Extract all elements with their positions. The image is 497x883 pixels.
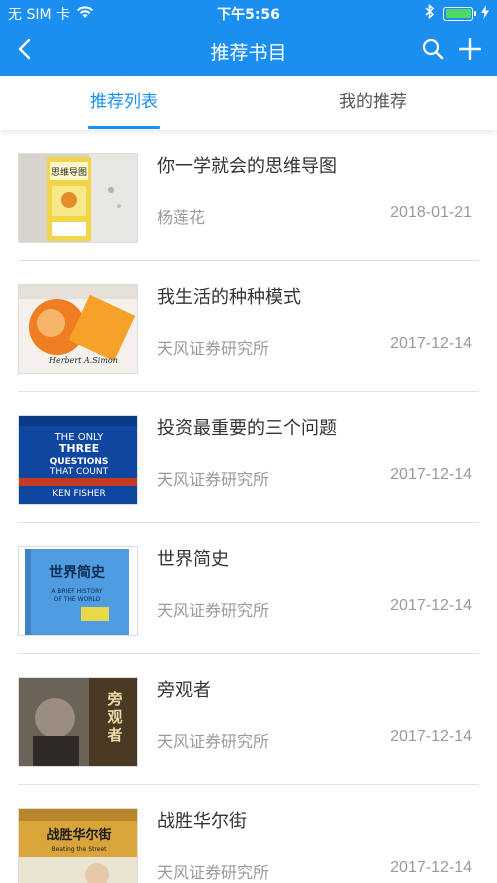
status-bar: 无 SIM 卡 下午5:56: [0, 0, 497, 26]
book-cover-image: 思维导图: [18, 153, 138, 243]
book-date: 2017-12-14: [390, 859, 472, 876]
book-author: 天风证券研究所: [157, 470, 270, 489]
battery-icon: [443, 6, 476, 21]
battery-level: [445, 9, 471, 18]
status-right: [425, 3, 489, 23]
svg-text:旁: 旁: [106, 690, 122, 708]
book-cover-image: 战胜华尔街 Beating the Street: [18, 808, 138, 883]
svg-text:Beating the Street: Beating the Street: [51, 846, 107, 853]
bluetooth-icon: [425, 3, 435, 23]
svg-text:KEN FISHER: KEN FISHER: [52, 489, 105, 499]
book-title: 战胜华尔街: [157, 811, 247, 832]
book-date: 2017-12-14: [390, 597, 472, 614]
tab-recommend-list[interactable]: 推荐列表: [0, 76, 248, 130]
svg-text:THAT COUNT: THAT COUNT: [49, 467, 109, 477]
book-author: 杨莲花: [157, 208, 206, 227]
book-author: 天风证券研究所: [157, 863, 270, 882]
list-item[interactable]: THE ONLY THREE QUESTIONS THAT COUNT KEN …: [0, 392, 497, 523]
tab-my-recommend[interactable]: 我的推荐: [249, 76, 497, 130]
svg-text:Herbert A.Simon: Herbert A.Simon: [48, 356, 118, 365]
svg-text:观: 观: [107, 708, 122, 726]
charging-icon: [481, 4, 489, 23]
nav-bar: 推荐书目: [0, 26, 497, 76]
svg-text:思维导图: 思维导图: [51, 166, 87, 178]
svg-text:OF THE WORLD: OF THE WORLD: [54, 596, 101, 603]
book-title: 你一学就会的思维导图: [157, 156, 337, 177]
book-date: 2018-01-21: [390, 204, 472, 221]
svg-text:战胜华尔街: 战胜华尔街: [46, 827, 111, 843]
add-button[interactable]: [455, 36, 485, 66]
list-item[interactable]: 思维导图 你一学就会的思维导图 杨莲花 2018-01-21: [0, 130, 497, 261]
plus-icon: [458, 37, 482, 64]
book-date: 2017-12-14: [390, 728, 472, 745]
search-icon: [422, 38, 444, 64]
book-cover-image: THE ONLY THREE QUESTIONS THAT COUNT KEN …: [18, 415, 138, 505]
list-item[interactable]: 旁 观 者 旁观者 天风证券研究所 2017-12-14: [0, 654, 497, 785]
book-date: 2017-12-14: [390, 466, 472, 483]
book-author: 天风证券研究所: [157, 732, 270, 751]
book-author: 天风证券研究所: [157, 339, 270, 358]
book-title: 世界简史: [157, 549, 229, 570]
list-item[interactable]: Herbert A.Simon 我生活的种种模式 天风证券研究所 2017-12…: [0, 261, 497, 392]
book-cover-image: 世界简史 A BRIEF HISTORY OF THE WORLD: [18, 546, 138, 636]
svg-text:A BRIEF HISTORY: A BRIEF HISTORY: [51, 588, 102, 595]
svg-text:世界简史: 世界简史: [49, 564, 106, 581]
svg-text:THREE: THREE: [59, 442, 99, 455]
book-title: 旁观者: [157, 680, 211, 701]
list-item[interactable]: 战胜华尔街 Beating the Street 战胜华尔街 天风证券研究所 2…: [0, 785, 497, 883]
search-button[interactable]: [419, 36, 447, 66]
book-title: 投资最重要的三个问题: [157, 418, 337, 439]
svg-text:者: 者: [107, 726, 122, 744]
book-cover-image: Herbert A.Simon: [18, 284, 138, 374]
svg-text:QUESTIONS: QUESTIONS: [50, 457, 109, 467]
status-time: 下午5:56: [217, 7, 280, 23]
book-author: 天风证券研究所: [157, 601, 270, 620]
book-cover-image: 旁 观 者: [18, 677, 138, 767]
segmented-tabs: 推荐列表 我的推荐: [0, 76, 497, 130]
book-date: 2017-12-14: [390, 335, 472, 352]
list-item[interactable]: 世界简史 A BRIEF HISTORY OF THE WORLD 世界简史 天…: [0, 523, 497, 654]
active-tab-indicator: [88, 126, 160, 129]
book-list: 思维导图 你一学就会的思维导图 杨莲花 2018-01-21 Herbert A…: [0, 130, 497, 883]
book-title: 我生活的种种模式: [157, 287, 301, 308]
